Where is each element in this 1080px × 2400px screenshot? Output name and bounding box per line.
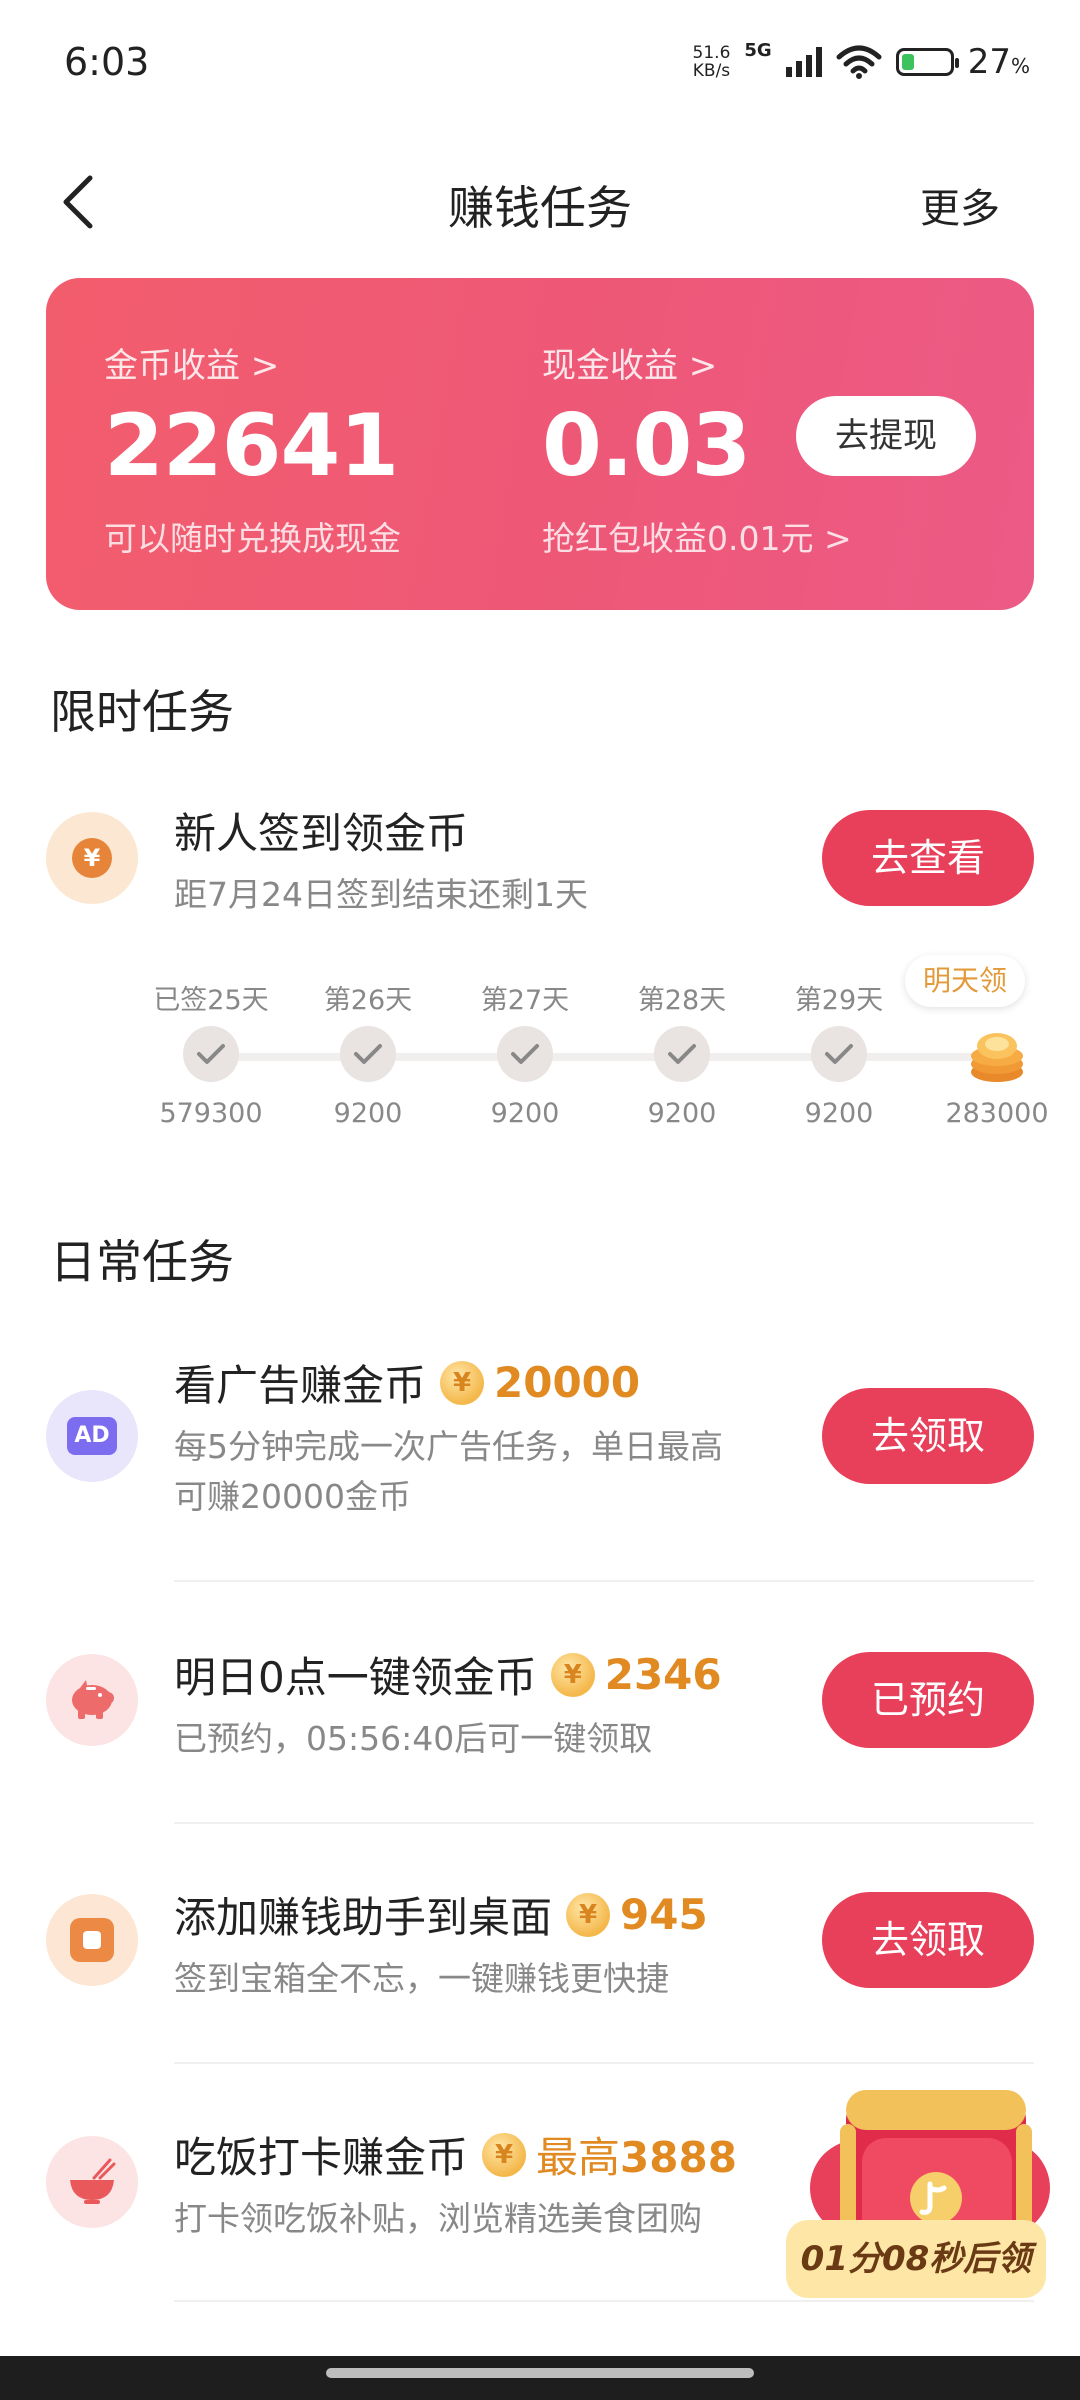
tomorrow-claim-tag: 明天领 xyxy=(905,955,1025,1007)
home-indicator[interactable] xyxy=(326,2368,754,2378)
nav-bar: 赚钱任务 更多 xyxy=(0,150,1080,260)
withdraw-button[interactable]: 去提现 xyxy=(796,396,976,476)
coin-icon: ¥ xyxy=(550,1652,595,1697)
more-button[interactable]: 更多 xyxy=(920,176,1000,234)
checkin-progress-line xyxy=(210,1053,1000,1061)
limited-tasks-title: 限时任务 xyxy=(50,685,234,739)
wifi-icon xyxy=(836,45,882,79)
check-icon xyxy=(811,1026,867,1082)
next-day-claim-task-title: 明日0点一键领金币 ¥ 2346 xyxy=(174,1650,722,1702)
next-day-claim-task-subtitle: 已预约，05:56:40后可一键领取 xyxy=(174,1719,653,1758)
battery-percent: 27% xyxy=(967,42,1030,82)
divider xyxy=(174,2062,1034,2064)
ad-icon: AD xyxy=(46,1390,138,1482)
page-title: 赚钱任务 xyxy=(448,181,632,235)
network-type: 5G xyxy=(744,39,772,61)
claim-ads-reward-button[interactable]: 去领取 xyxy=(822,1388,1034,1484)
watch-ads-task-title: 看广告赚金币 ¥ 20000 xyxy=(174,1358,641,1410)
reward-amount: 最高3888 xyxy=(536,2133,737,2182)
reward-amount: 2346 xyxy=(604,1650,722,1699)
check-icon xyxy=(183,1026,239,1082)
check-icon xyxy=(497,1026,553,1082)
meal-checkin-task-subtitle: 打卡领吃饭补贴，浏览精选美食团购 xyxy=(174,2199,702,2238)
view-checkin-button[interactable]: 去查看 xyxy=(822,810,1034,906)
checkin-task-subtitle: 距7月24日签到结束还剩1天 xyxy=(174,875,588,914)
coin-earnings-link[interactable]: 金币收益 > xyxy=(104,338,279,387)
checkin-task-title: 新人签到领金币 xyxy=(174,809,469,858)
daily-tasks-title: 日常任务 xyxy=(50,1235,234,1289)
coin-earnings-note: 可以随时兑换成现金 xyxy=(104,519,401,558)
coin-icon: ¥ xyxy=(440,1360,485,1405)
piggy-bank-icon xyxy=(46,1654,138,1746)
claim-helper-reward-button[interactable]: 去领取 xyxy=(822,1892,1034,1988)
red-packet-earnings-link[interactable]: 抢红包收益0.01元 > xyxy=(542,512,852,560)
network-speed: 51.6 KB/s xyxy=(692,43,731,81)
coin-stack-icon xyxy=(971,1033,1023,1082)
cash-earnings-value: 0.03 xyxy=(542,396,751,496)
earnings-card: 金币收益 > 22641 可以随时兑换成现金 现金收益 > 0.03 抢红包收益… xyxy=(46,278,1034,610)
divider xyxy=(174,1580,1034,1582)
check-icon xyxy=(654,1026,710,1082)
check-icon xyxy=(340,1026,396,1082)
reward-amount: 20000 xyxy=(494,1358,641,1407)
status-icons: 51.6 KB/s 5G 27% xyxy=(692,39,1030,83)
reserved-button[interactable]: 已预约 xyxy=(822,1652,1034,1748)
meal-checkin-task-title: 吃饭打卡赚金币 ¥ 最高3888 xyxy=(174,2124,737,2185)
battery-icon xyxy=(895,48,959,76)
coin-icon: ¥ xyxy=(46,812,138,904)
reward-amount: 945 xyxy=(620,1890,708,1939)
system-nav-bar xyxy=(0,2356,1080,2400)
coin-icon: ¥ xyxy=(566,1892,611,1937)
signal-icon xyxy=(785,47,822,77)
coin-earnings-value: 22641 xyxy=(104,396,399,496)
rice-bowl-icon xyxy=(46,2136,138,2228)
cash-earnings-link[interactable]: 现金收益 > xyxy=(542,338,717,387)
countdown-timer-badge[interactable]: 01分08秒后领 xyxy=(786,2220,1046,2298)
coin-icon: ¥ xyxy=(482,2132,527,2177)
watch-ads-task-subtitle: 每5分钟完成一次广告任务，单日最高 可赚20000金币 xyxy=(174,1427,723,1516)
divider xyxy=(174,1822,1034,1824)
desktop-widget-icon xyxy=(46,1894,138,1986)
status-bar: 6:03 51.6 KB/s 5G 27% xyxy=(0,0,1080,130)
status-time: 6:03 xyxy=(64,40,150,84)
add-helper-task-subtitle: 签到宝箱全不忘，一键赚钱更快捷 xyxy=(174,1959,669,1998)
add-helper-task-title: 添加赚钱助手到桌面 ¥ 945 xyxy=(174,1890,708,1942)
